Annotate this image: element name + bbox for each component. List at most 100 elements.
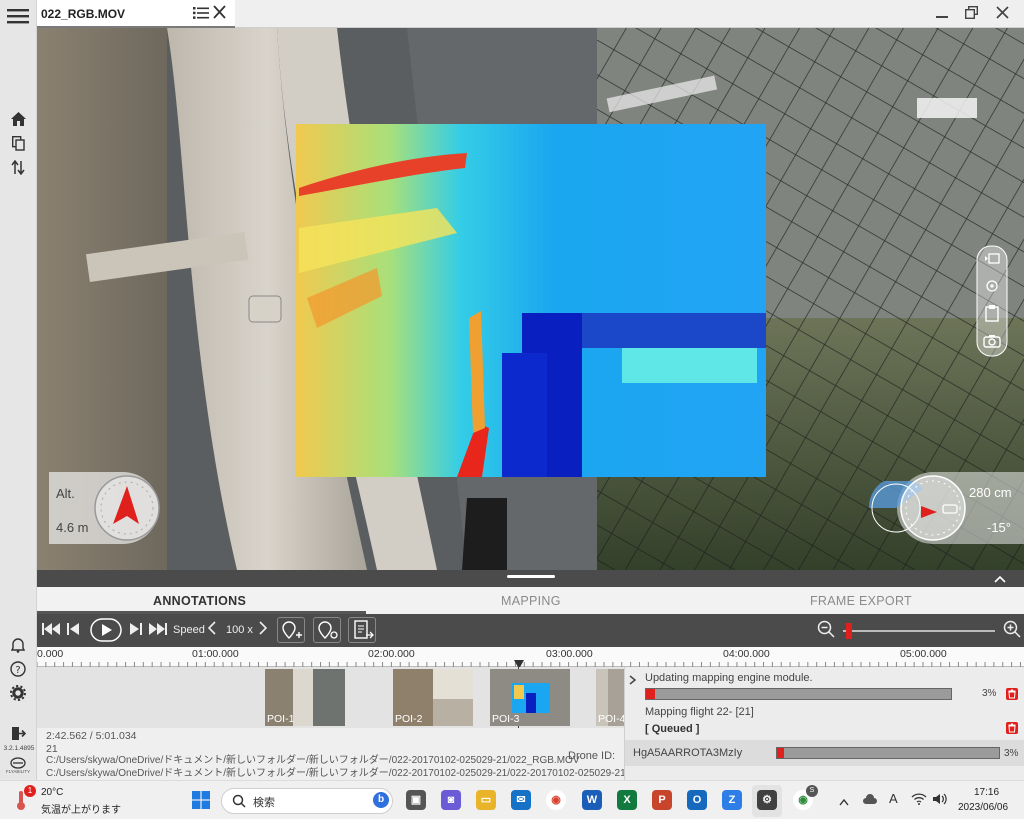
skip-to-start-icon[interactable] xyxy=(42,623,60,639)
speed-value: 100 x xyxy=(226,624,253,636)
camera-icon[interactable] xyxy=(983,334,1001,348)
tab-mapping[interactable]: MAPPING xyxy=(501,594,561,608)
outlook-icon[interactable]: O xyxy=(687,790,707,810)
altitude-label: Alt. xyxy=(56,486,75,501)
collapse-chevron-icon[interactable] xyxy=(993,572,1007,584)
wifi-icon[interactable] xyxy=(911,792,927,810)
close-window-icon[interactable] xyxy=(996,5,1009,23)
help-icon[interactable]: ? xyxy=(9,660,27,678)
weather-text: 気温が上がります xyxy=(41,805,121,816)
task-label: Updating mapping engine module. xyxy=(645,672,813,684)
excel-icon[interactable]: X xyxy=(617,790,637,810)
taskbar-search[interactable]: 検索 b xyxy=(221,788,393,814)
step-back-icon[interactable] xyxy=(67,623,79,639)
zoom-slider[interactable] xyxy=(843,623,995,639)
clipboard-icon[interactable] xyxy=(984,304,1000,322)
drag-handle[interactable] xyxy=(507,575,555,578)
altitude-widget: Alt. 4.6 m xyxy=(49,472,160,544)
add-poi-button[interactable] xyxy=(277,617,305,643)
search-placeholder: 検索 xyxy=(253,797,275,809)
clock-date[interactable]: 2023/06/06 xyxy=(958,802,1008,813)
video-viewer[interactable]: Alt. 4.6 m 280 cm -15° xyxy=(37,28,1024,570)
distance-value: 280 cm xyxy=(969,485,1012,500)
tab-annotations[interactable]: ANNOTATIONS xyxy=(153,594,246,608)
chrome-icon[interactable]: ◉ xyxy=(546,790,566,810)
delete-task-icon[interactable] xyxy=(1006,722,1018,734)
tick-label: 05:00.000 xyxy=(900,648,947,660)
frame-number: 21 xyxy=(46,742,58,755)
taskbar: 1 20°C 気温が上がります 検索 b ▣ ◙ ▭ ✉ ◉ W X P O Z… xyxy=(0,780,1024,819)
speed-decrease-icon[interactable] xyxy=(207,621,216,639)
task-progress-bar xyxy=(645,688,952,700)
svg-text:?: ? xyxy=(15,665,20,676)
drone-icon[interactable] xyxy=(984,278,1000,294)
tick-label: 0.000 xyxy=(37,648,64,660)
clock-time[interactable]: 17:16 xyxy=(974,787,999,798)
word-icon[interactable]: W xyxy=(582,790,602,810)
poi-options-button[interactable] xyxy=(313,617,341,643)
tab-frame-export[interactable]: FRAME EXPORT xyxy=(810,594,912,608)
delete-task-icon[interactable] xyxy=(1006,688,1018,700)
powerpoint-icon[interactable]: P xyxy=(652,790,672,810)
panel-handle[interactable] xyxy=(37,570,1024,587)
video-settings-icon[interactable] xyxy=(984,252,1000,266)
zoom-app-icon[interactable]: Z xyxy=(722,790,742,810)
hamburger-menu-icon[interactable] xyxy=(7,6,29,26)
chrome-profile-badge: S xyxy=(806,785,818,797)
speed-label: Speed xyxy=(173,624,205,636)
step-forward-icon[interactable] xyxy=(130,623,142,639)
drone-progress-fill xyxy=(777,748,784,758)
add-poi-icon xyxy=(282,621,302,639)
copy-files-icon[interactable] xyxy=(9,134,27,152)
zoom-in-icon[interactable] xyxy=(1003,620,1021,642)
active-app-highlight xyxy=(752,785,782,817)
transfer-arrows-icon[interactable] xyxy=(9,158,27,176)
restore-icon[interactable] xyxy=(964,5,979,23)
search-icon xyxy=(232,794,246,813)
log-path: C:/Users/skywa/OneDrive/ドキュメント/新しいフォルダー/… xyxy=(46,767,650,779)
mail-icon[interactable]: ✉ xyxy=(511,790,531,810)
export-report-button[interactable] xyxy=(348,617,376,643)
settings-gear-icon[interactable] xyxy=(9,684,27,702)
distance-widget: 280 cm -15° xyxy=(868,472,1024,544)
timeline-ruler[interactable]: 0.000 01:00.000 02:00.000 03:00.000 04:0… xyxy=(37,647,1024,669)
ime-indicator[interactable]: A xyxy=(889,791,898,806)
poi-label: POI-4 xyxy=(598,713,624,725)
logo-text: FLYABILITY xyxy=(5,769,31,774)
zoom-out-icon[interactable] xyxy=(817,620,835,642)
app-window: ? 3.2.1.4895 FLYABILITY 022_RGB.MOV Alt.… xyxy=(0,0,1024,780)
tick-label: 04:00.000 xyxy=(723,648,770,660)
speed-increase-icon[interactable] xyxy=(259,621,268,639)
home-icon[interactable] xyxy=(9,110,27,128)
windows-start-icon[interactable] xyxy=(192,791,210,809)
pitch-value: -15° xyxy=(987,520,1011,535)
skip-to-end-icon[interactable] xyxy=(149,623,167,639)
flyability-logo-icon xyxy=(10,756,26,769)
cloud-sync-icon[interactable] xyxy=(862,792,878,810)
task-view-icon[interactable]: ▣ xyxy=(406,790,426,810)
poi-thumbnail[interactable]: POI-3 xyxy=(490,669,570,726)
poi-thumbnail[interactable]: POI-2 xyxy=(393,669,473,726)
zoom-slider-knob[interactable] xyxy=(846,623,853,639)
expand-chevron-icon[interactable] xyxy=(629,672,637,685)
close-tab-icon[interactable] xyxy=(213,4,226,25)
file-tab[interactable]: 022_RGB.MOV xyxy=(37,0,235,28)
teams-chat-icon[interactable]: ◙ xyxy=(441,790,461,810)
play-button-icon[interactable] xyxy=(90,618,122,646)
notification-bell-icon[interactable] xyxy=(9,636,27,654)
drone-row: HgA5AARROTA3MzIy 3% xyxy=(625,740,1024,766)
poi-thumbnail-track: POI-1 POI-2 POI-3 POI-4 xyxy=(37,667,624,728)
file-explorer-icon[interactable]: ▭ xyxy=(476,790,496,810)
bing-icon[interactable]: b xyxy=(373,792,389,808)
tray-chevron-icon[interactable] xyxy=(839,793,849,811)
task-progress-fill xyxy=(646,689,656,699)
poi-thumbnail[interactable]: POI-4 xyxy=(596,669,624,726)
minimize-icon[interactable] xyxy=(936,5,948,23)
weather-badge: 1 xyxy=(24,785,36,797)
list-icon[interactable] xyxy=(193,6,209,25)
logout-icon[interactable] xyxy=(9,724,27,742)
poi-label: POI-1 xyxy=(267,713,295,725)
poi-thumbnail[interactable]: POI-1 xyxy=(265,669,345,726)
drone-progress-bar xyxy=(776,747,1000,759)
volume-icon[interactable] xyxy=(932,792,948,810)
